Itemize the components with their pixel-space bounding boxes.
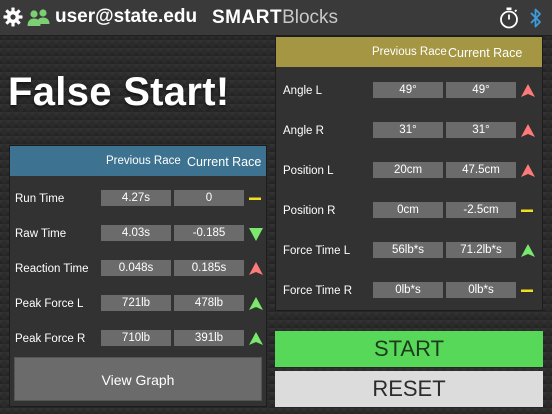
table-row: Angle L 49° 49°: [276, 82, 542, 102]
col-previous-race: Previous Race: [106, 155, 181, 167]
dash-yellow-icon: [249, 197, 261, 200]
bluetooth-icon[interactable]: [528, 6, 544, 30]
current-value: 71.2lb*s: [446, 242, 516, 258]
dash-yellow-icon: [521, 289, 533, 292]
brand-logo: SMARTBlocks: [212, 7, 338, 29]
brand-light: Blocks: [282, 7, 339, 28]
row-label: Peak Force L: [15, 298, 84, 310]
current-value: 0: [174, 190, 244, 206]
table-row: Position R 0cm -2.5cm: [276, 202, 542, 222]
false-start-title: False Start!: [8, 70, 230, 114]
current-value: 31°: [446, 122, 516, 138]
arrow-up-green-icon: [249, 332, 263, 345]
table-row: Run Time 4.27s 0: [10, 190, 266, 210]
previous-value: 49°: [373, 82, 443, 98]
arrow-up-green-icon: [249, 297, 263, 310]
stopwatch-icon[interactable]: [499, 7, 519, 29]
reset-button[interactable]: RESET: [275, 371, 543, 407]
previous-value: 721lb: [101, 295, 171, 311]
current-value: 391lb: [174, 330, 244, 346]
previous-value: 710lb: [101, 330, 171, 346]
current-value: 0.185s: [174, 260, 244, 276]
current-value: -0.185: [174, 225, 244, 241]
col-current-race: Current Race: [448, 46, 523, 60]
row-label: Force Time R: [283, 285, 353, 297]
row-label: Run Time: [15, 193, 65, 205]
row-label: Angle L: [283, 85, 323, 97]
view-graph-button[interactable]: View Graph: [14, 357, 262, 401]
current-value: 47.5cm: [446, 162, 516, 178]
users-icon[interactable]: [27, 8, 51, 28]
current-value: -2.5cm: [446, 202, 516, 218]
arrow-down-green-icon: [249, 228, 263, 241]
row-label: Raw Time: [15, 228, 67, 240]
table-row: Angle R 31° 31°: [276, 122, 542, 142]
run-metrics-header: Previous Race Current Race: [10, 146, 266, 176]
previous-value: 0lb*s: [373, 282, 443, 298]
previous-value: 0cm: [373, 202, 443, 218]
arrow-up-red-icon: [521, 124, 535, 137]
row-label: Force Time L: [283, 245, 351, 257]
table-row: Reaction Time 0.048s 0.185s: [10, 260, 266, 280]
previous-value: 56lb*s: [373, 242, 443, 258]
row-label: Position R: [283, 205, 336, 217]
table-row: Position L 20cm 47.5cm: [276, 162, 542, 182]
technique-metrics-header: Previous Race Current Race: [276, 37, 542, 67]
row-label: Peak Force R: [15, 333, 86, 345]
arrow-up-red-icon: [521, 164, 535, 177]
previous-value: 0.048s: [101, 260, 171, 276]
previous-value: 4.03s: [101, 225, 171, 241]
current-value: 49°: [446, 82, 516, 98]
table-row: Raw Time 4.03s -0.185: [10, 225, 266, 245]
table-row: Force Time R 0lb*s 0lb*s: [276, 282, 542, 302]
table-row: Peak Force R 710lb 391lb: [10, 330, 266, 350]
technique-metrics-panel: Previous Race Current Race Angle L 49° 4…: [275, 36, 543, 311]
arrow-up-red-icon: [249, 262, 263, 275]
brand-bold: SMART: [212, 7, 283, 28]
username: user@state.edu: [55, 6, 198, 27]
top-bar: user@state.edu SMARTBlocks: [0, 0, 552, 36]
current-value: 478lb: [174, 295, 244, 311]
col-current-race: Current Race: [187, 155, 262, 169]
row-label: Position L: [283, 165, 334, 177]
current-value: 0lb*s: [446, 282, 516, 298]
row-label: Reaction Time: [15, 263, 89, 275]
col-previous-race: Previous Race: [372, 46, 447, 58]
start-button[interactable]: START: [275, 331, 543, 367]
previous-value: 20cm: [373, 162, 443, 178]
table-row: Peak Force L 721lb 478lb: [10, 295, 266, 315]
dash-yellow-icon: [521, 209, 533, 212]
gear-icon[interactable]: [3, 7, 23, 27]
table-row: Force Time L 56lb*s 71.2lb*s: [276, 242, 542, 262]
previous-value: 31°: [373, 122, 443, 138]
arrow-up-red-icon: [521, 84, 535, 97]
row-label: Angle R: [283, 125, 324, 137]
arrow-up-green-icon: [521, 244, 535, 257]
previous-value: 4.27s: [101, 190, 171, 206]
